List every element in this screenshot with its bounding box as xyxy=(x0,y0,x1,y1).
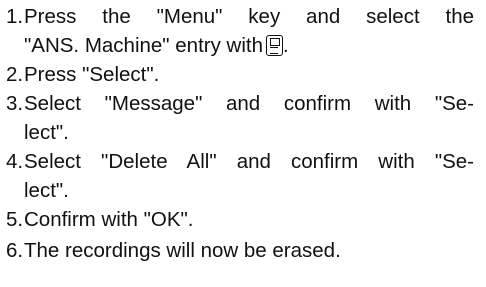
step-number: 2. xyxy=(6,63,24,86)
phone-screen xyxy=(270,38,281,46)
step-text-line: Press "Select". xyxy=(24,63,160,86)
step-text-part: . xyxy=(283,34,289,57)
phone-handset-icon xyxy=(266,35,284,56)
phone-keypad xyxy=(270,47,279,54)
step-number: 5. xyxy=(6,208,24,231)
step-text-part: "ANS. Machine" entry with xyxy=(24,34,264,57)
step-text-line: Select "Delete All" and confirm with "Se… xyxy=(24,150,474,173)
step-number: 1. xyxy=(6,5,24,28)
step-number: 4. xyxy=(6,150,24,173)
step-number: 3. xyxy=(6,92,24,115)
step-text-line: lect". xyxy=(24,121,69,144)
step-text-line: lect". xyxy=(24,179,69,202)
step-text-line: Press the "Menu" key and select the xyxy=(24,5,474,28)
step-number: 6. xyxy=(6,239,24,262)
step-text-line: The recordings will now be erased. xyxy=(24,239,341,262)
step-text-line: Confirm with "OK". xyxy=(24,208,194,231)
step-text-line: Select "Message" and confirm with "Se- xyxy=(24,92,474,115)
step-text-line: "ANS. Machine" entry with. xyxy=(24,31,474,60)
